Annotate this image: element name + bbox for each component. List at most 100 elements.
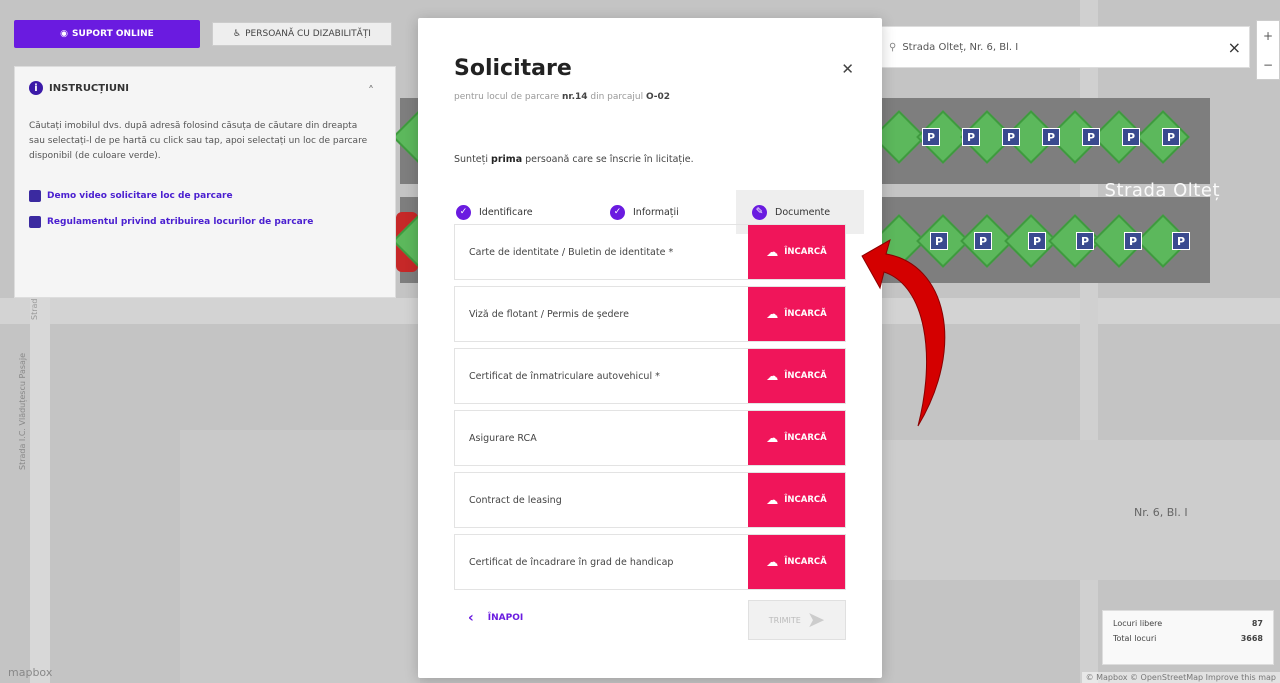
parking-marker-icon: P — [1172, 232, 1190, 250]
total-spots-value: 3668 — [1240, 634, 1263, 643]
parking-marker-icon: P — [1028, 232, 1046, 250]
mapbox-logo[interactable]: mapbox — [8, 666, 52, 679]
map-attribution[interactable]: © Mapbox © OpenStreetMap Improve this ma… — [1081, 672, 1280, 683]
chevron-left-icon: ‹ — [468, 610, 474, 626]
upload-button[interactable]: ☁ ÎNCARCĂ — [748, 411, 845, 465]
spot-number: nr.14 — [562, 92, 588, 102]
document-label: Certificat de înmatriculare autovehicul … — [469, 370, 660, 382]
step-label: Documente — [775, 206, 831, 218]
cloud-upload-icon: ☁ — [766, 431, 779, 445]
upload-label: ÎNCARCĂ — [784, 309, 827, 319]
edit-icon: ✎ — [752, 204, 767, 220]
parking-stats: Locuri libere 87 Total locuri 3668 — [1102, 610, 1274, 665]
instructions-text: Căutați imobilul dvs. după adresă folosi… — [29, 121, 368, 161]
upload-button[interactable]: ☁ ÎNCARCĂ — [748, 473, 845, 527]
regulation-label: Regulamentul privind atribuirea locurilo… — [47, 217, 314, 227]
step-label: Informații — [633, 206, 679, 218]
parking-marker-icon: P — [1162, 128, 1180, 146]
upload-label: ÎNCARCĂ — [784, 371, 827, 381]
upload-label: ÎNCARCĂ — [784, 557, 827, 567]
parking-marker-icon: P — [1042, 128, 1060, 146]
parking-marker-icon: P — [922, 128, 940, 146]
send-button[interactable]: TRIMITE ➤ — [748, 600, 846, 640]
street-label: Strada Olteț — [1104, 180, 1220, 201]
search-input[interactable]: Strada Olteț, Nr. 6, Bl. I — [902, 42, 1018, 53]
document-row: Certificat de înmatriculare autovehicul … — [454, 348, 846, 404]
document-label: Viză de flotant / Permis de ședere — [469, 308, 629, 320]
back-button[interactable]: ‹ ÎNAPOI — [468, 610, 523, 626]
free-spots-value: 87 — [1251, 619, 1263, 628]
cloud-upload-icon: ☁ — [766, 493, 779, 507]
parking-marker-icon: P — [1124, 232, 1142, 250]
demo-video-label: Demo video solicitare loc de parcare — [47, 191, 233, 201]
road — [30, 290, 50, 683]
upload-button[interactable]: ☁ ÎNCARCĂ — [748, 535, 845, 589]
document-row: Contract de leasing ☁ ÎNCARCĂ — [454, 472, 846, 528]
modal-title: Solicitare — [454, 56, 572, 81]
instructions-title: INSTRUCȚIUNI — [49, 82, 130, 94]
free-spots-label: Locuri libere — [1113, 619, 1163, 628]
zoom-out-icon[interactable]: − — [1263, 58, 1273, 72]
info-icon: i — [29, 81, 43, 95]
note-emphasis: prima — [491, 154, 523, 165]
video-icon — [29, 190, 41, 202]
wheelchair-icon: ♿ — [233, 29, 242, 39]
check-icon: ✓ — [456, 204, 471, 220]
modal-subtitle: pentru locul de parcare nr.14 din parcaj… — [454, 92, 670, 102]
application-modal: Solicitare ✕ pentru locul de parcare nr.… — [418, 18, 882, 678]
step-label: Identificare — [479, 206, 533, 218]
clear-search-icon[interactable]: × — [1228, 38, 1241, 57]
subtitle-text: din parcajul — [590, 92, 644, 102]
instructions-panel: i INSTRUCȚIUNI ˄ Căutați imobilul dvs. d… — [14, 66, 396, 298]
close-icon[interactable]: ✕ — [841, 60, 854, 78]
address-search[interactable]: ⚲ Strada Olteț, Nr. 6, Bl. I × — [880, 26, 1250, 68]
check-icon: ✓ — [610, 204, 625, 220]
zoom-in-icon[interactable]: + — [1263, 29, 1273, 43]
document-label: Asigurare RCA — [469, 432, 537, 444]
total-spots-label: Total locuri — [1113, 634, 1157, 643]
collapse-chevron-icon[interactable]: ˄ — [361, 81, 381, 101]
disability-button[interactable]: ♿ PERSOANĂ CU DIZABILITĂȚI — [212, 22, 392, 46]
document-icon — [29, 216, 41, 228]
upload-button[interactable]: ☁ ÎNCARCĂ — [748, 287, 845, 341]
send-label: TRIMITE — [768, 615, 801, 625]
document-row: Certificat de încadrare în grad de handi… — [454, 534, 846, 590]
cloud-upload-icon: ☁ — [766, 245, 779, 259]
zoom-control[interactable]: + − — [1256, 20, 1280, 80]
send-arrow-icon: ➤ — [806, 607, 826, 633]
back-label: ÎNAPOI — [487, 613, 524, 623]
red-arrow-annotation — [861, 238, 946, 427]
parking-marker-icon: P — [1076, 232, 1094, 250]
upload-button[interactable]: ☁ ÎNCARCĂ — [748, 225, 845, 279]
note-text: Sunteți — [454, 154, 489, 165]
parking-marker-icon: P — [1122, 128, 1140, 146]
online-support-button[interactable]: ◉ SUPORT ONLINE — [14, 20, 200, 48]
online-support-label: SUPORT ONLINE — [72, 29, 154, 39]
document-row: Carte de identitate / Buletin de identit… — [454, 224, 846, 280]
upload-label: ÎNCARCĂ — [784, 247, 827, 257]
headset-icon: ◉ — [60, 29, 69, 39]
document-label: Certificat de încadrare în grad de handi… — [469, 556, 674, 568]
vertical-street-label: Strada I.C. Vlăduțescu Pasaje — [18, 352, 27, 470]
parking-marker-icon: P — [974, 232, 992, 250]
documents-list: Carte de identitate / Buletin de identit… — [454, 224, 846, 596]
parking-marker-icon: P — [1002, 128, 1020, 146]
cloud-upload-icon: ☁ — [766, 307, 779, 321]
note-text: persoană care se înscrie în licitație. — [525, 154, 694, 165]
disability-label: PERSOANĂ CU DIZABILITĂȚI — [245, 29, 371, 39]
document-row: Viză de flotant / Permis de ședere ☁ ÎNC… — [454, 286, 846, 342]
first-applicant-note: Sunteți prima persoană care se înscrie î… — [454, 154, 694, 165]
upload-button[interactable]: ☁ ÎNCARCĂ — [748, 349, 845, 403]
demo-video-link[interactable]: Demo video solicitare loc de parcare — [29, 190, 381, 202]
parking-marker-icon: P — [1082, 128, 1100, 146]
document-label: Carte de identitate / Buletin de identit… — [469, 246, 674, 258]
upload-label: ÎNCARCĂ — [784, 495, 827, 505]
regulation-link[interactable]: Regulamentul privind atribuirea locurilo… — [29, 216, 381, 228]
search-icon: ⚲ — [889, 41, 897, 53]
building-block — [880, 440, 1280, 580]
instructions-header[interactable]: i INSTRUCȚIUNI — [29, 81, 381, 95]
document-row: Asigurare RCA ☁ ÎNCARCĂ — [454, 410, 846, 466]
parking-marker-icon: P — [962, 128, 980, 146]
cloud-upload-icon: ☁ — [766, 369, 779, 383]
address-label: Nr. 6, Bl. I — [1134, 506, 1188, 519]
